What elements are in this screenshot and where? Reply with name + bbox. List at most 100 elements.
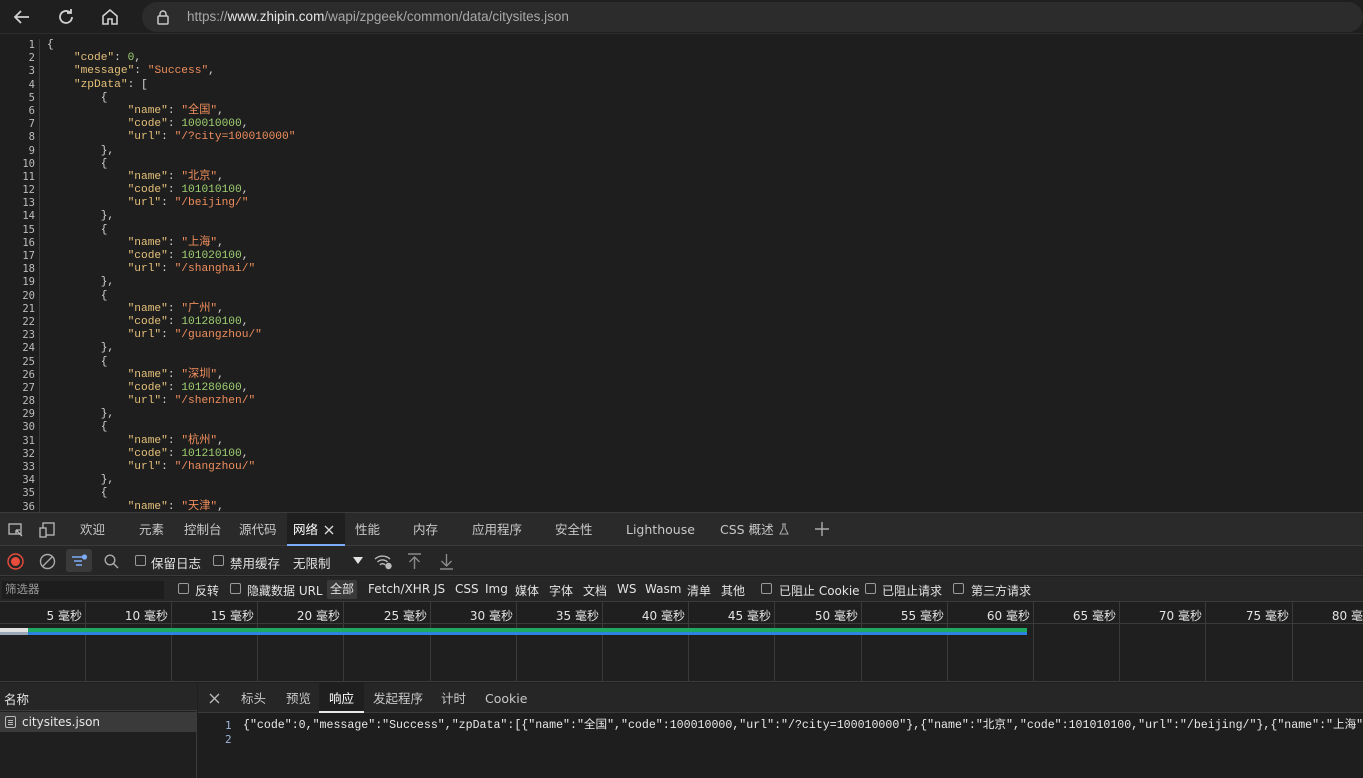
tab-application[interactable]: 应用程序 [472, 513, 522, 546]
timeline-gridline [602, 602, 603, 682]
network-toolbar: 保留日志 禁用缓存 无限制 [0, 546, 1363, 576]
hide-data-url-label[interactable]: 隐藏数据 URL [247, 582, 323, 599]
tab-preview[interactable]: 预览 [286, 683, 311, 713]
timeline-tick-label: 75 毫秒 [1245, 609, 1289, 623]
request-row[interactable]: citysites.json [0, 712, 197, 732]
reload-button[interactable] [54, 5, 78, 29]
type-filter-other[interactable]: 其他 [721, 582, 745, 599]
close-tab-icon[interactable] [324, 525, 334, 535]
line-number: 6 [28, 104, 35, 117]
device-toolbar-icon[interactable] [39, 522, 56, 538]
type-filter-font[interactable]: 字体 [549, 582, 573, 599]
type-filter-media[interactable]: 媒体 [515, 582, 539, 599]
filter-input[interactable] [2, 581, 164, 599]
hide-data-url-checkbox[interactable] [230, 583, 241, 594]
type-filter-fetch-xhr[interactable]: Fetch/XHR [368, 582, 430, 596]
tab-memory[interactable]: 内存 [413, 513, 438, 546]
flask-icon [778, 523, 789, 535]
invert-checkbox[interactable] [178, 583, 189, 594]
upload-icon[interactable] [407, 553, 422, 570]
download-icon[interactable] [439, 553, 454, 570]
preserve-log-label[interactable]: 保留日志 [151, 553, 201, 572]
tab-sources[interactable]: 源代码 [239, 513, 277, 546]
clear-icon[interactable] [39, 553, 56, 570]
disable-cache-label[interactable]: 禁用缓存 [230, 553, 280, 572]
throttle-select[interactable]: 无限制 [293, 553, 331, 572]
type-filter-ws[interactable]: WS [617, 582, 636, 596]
type-filter-js[interactable]: JS [434, 582, 445, 596]
tab-console[interactable]: 控制台 [184, 513, 222, 546]
code-line: "code": 101020100, [47, 250, 295, 263]
close-detail-icon[interactable] [209, 693, 220, 704]
tab-performance[interactable]: 性能 [355, 513, 380, 546]
timeline-gridline [1292, 602, 1293, 682]
code-token: : [114, 52, 128, 65]
code-token: , [134, 52, 142, 65]
code-token: : [167, 104, 182, 117]
tab-network[interactable]: 网络 [287, 513, 345, 546]
type-filter-manifest[interactable]: 清单 [687, 582, 711, 599]
type-filter-doc[interactable]: 文档 [583, 582, 607, 599]
tab-initiator[interactable]: 发起程序 [373, 683, 423, 713]
type-filter-css[interactable]: CSS [455, 582, 479, 596]
type-filter-all[interactable]: 全部 [327, 580, 358, 599]
url-text[interactable]: https://www.zhipin.com/wapi/zpgeek/commo… [187, 9, 569, 24]
home-button[interactable] [98, 5, 122, 29]
code-token: { [47, 39, 54, 51]
blocked-requests-checkbox[interactable] [865, 583, 876, 594]
back-button[interactable] [10, 5, 34, 29]
tab-timing[interactable]: 计时 [441, 683, 466, 713]
tab-headers[interactable]: 标头 [241, 683, 266, 713]
code-line: }, [47, 210, 295, 223]
record-stop-icon[interactable] [7, 553, 24, 570]
blocked-requests-label[interactable]: 已阻止请求 [882, 582, 942, 599]
code-line: "code": 101280100, [47, 316, 295, 329]
throttle-value: 无限制 [293, 556, 331, 571]
tab-cookie[interactable]: Cookie [485, 683, 527, 713]
line-number: 4 [28, 78, 35, 91]
json-number: 101010100 [181, 184, 242, 197]
invert-label[interactable]: 反转 [195, 582, 219, 599]
disable-cache-checkbox[interactable] [213, 555, 224, 566]
code-token: : [167, 302, 182, 315]
json-string: "天津" [181, 500, 218, 512]
tab-response[interactable]: 响应 [319, 683, 365, 713]
chevron-down-icon[interactable] [353, 557, 363, 564]
timeline-gridline [430, 602, 431, 682]
network-conditions-icon[interactable] [374, 554, 393, 570]
type-filter-wasm[interactable]: Wasm [645, 582, 681, 596]
code-token: , [217, 236, 224, 249]
type-filter-img[interactable]: Img [485, 582, 508, 596]
third-party-checkbox[interactable] [953, 583, 964, 594]
add-tab-icon[interactable] [814, 521, 830, 537]
inspect-element-icon[interactable] [8, 522, 24, 538]
timeline-tick-label: 40 毫秒 [641, 609, 685, 623]
code-token: { [47, 91, 108, 104]
preserve-log-checkbox[interactable] [135, 555, 146, 566]
url-scheme: https:// [187, 9, 228, 24]
lock-icon[interactable] [156, 9, 170, 25]
blocked-cookies-checkbox[interactable] [761, 583, 772, 594]
detail-tab-bar: 标头 预览 响应 发起程序 计时 Cookie [198, 683, 1363, 713]
blocked-cookies-label[interactable]: 已阻止 Cookie [779, 582, 860, 599]
name-column-header[interactable]: 名称 [0, 683, 197, 711]
tab-welcome[interactable]: 欢迎 [80, 513, 105, 546]
code-token: { [47, 421, 108, 434]
code-line: "url": "/guangzhou/" [47, 329, 295, 342]
network-overview-timeline[interactable]: 5 毫秒 10 毫秒 15 毫秒 20 毫秒 25 毫秒 30 毫秒 35 毫秒 40 毫秒 4… [0, 602, 1363, 682]
address-bar[interactable]: https://www.zhipin.com/wapi/zpgeek/commo… [142, 2, 1363, 32]
timeline-ruler: 5 毫秒 10 毫秒 15 毫秒 20 毫秒 25 毫秒 30 毫秒 35 毫秒 40 毫秒 4… [0, 602, 1363, 624]
line-number: 36 [22, 500, 35, 512]
tab-security[interactable]: 安全性 [555, 513, 593, 546]
line-number: 17 [22, 250, 35, 262]
third-party-label[interactable]: 第三方请求 [971, 582, 1031, 599]
tab-css-overview[interactable]: CSS 概述 [720, 513, 789, 546]
search-icon[interactable] [104, 554, 119, 569]
timeline-gridline [774, 602, 775, 682]
tab-elements[interactable]: 元素 [139, 513, 164, 546]
line-number: 21 [22, 302, 35, 315]
tab-lighthouse[interactable]: Lighthouse [626, 513, 695, 546]
filter-toggle-button[interactable] [66, 549, 92, 572]
